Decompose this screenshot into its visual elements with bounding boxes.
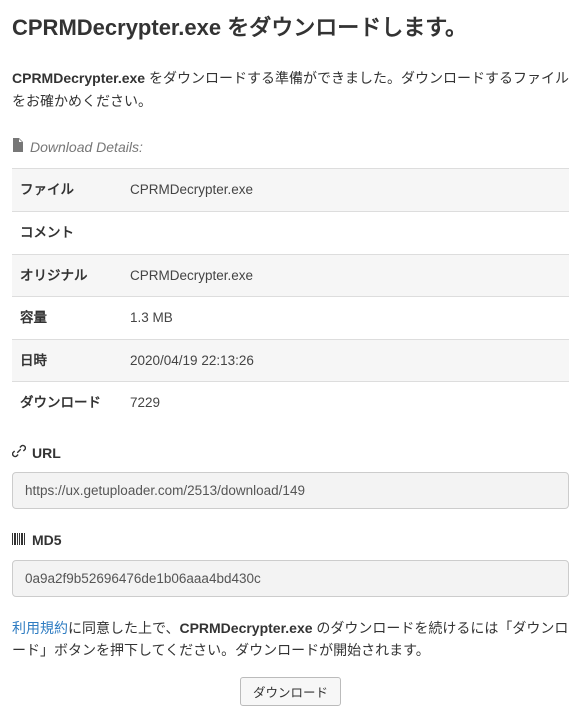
link-icon [12,442,26,464]
detail-value: CPRMDecrypter.exe [122,254,569,297]
file-icon [12,136,24,158]
agree-part1: に同意した上で、 [68,620,179,636]
table-row: オリジナルCPRMDecrypter.exe [12,254,569,297]
terms-link[interactable]: 利用規約 [12,620,68,636]
table-row: ファイルCPRMDecrypter.exe [12,169,569,212]
table-row: コメント [12,211,569,254]
detail-label: オリジナル [12,254,122,297]
table-row: 容量1.3 MB [12,297,569,340]
detail-label: ダウンロード [12,382,122,424]
download-details-heading: Download Details: [12,136,569,158]
agree-text: 利用規約に同意した上で、CPRMDecrypter.exe のダウンロードを続け… [12,617,569,662]
download-row: ダウンロード [12,677,569,708]
intro-text: CPRMDecrypter.exe をダウンロードする準備ができました。ダウンロ… [12,67,569,112]
detail-value: 7229 [122,382,569,424]
download-button[interactable]: ダウンロード [240,677,341,706]
page-title: CPRMDecrypter.exe をダウンロードします。 [12,10,569,45]
detail-value: CPRMDecrypter.exe [122,169,569,212]
md5-heading: MD5 [12,529,569,551]
agree-filename: CPRMDecrypter.exe [179,620,312,636]
detail-value: 1.3 MB [122,297,569,340]
intro-filename: CPRMDecrypter.exe [12,70,145,86]
barcode-icon [12,529,26,551]
details-table: ファイルCPRMDecrypter.exe コメント オリジナルCPRMDecr… [12,168,569,424]
md5-field[interactable] [12,560,569,597]
detail-value [122,211,569,254]
detail-label: 容量 [12,297,122,340]
detail-label: 日時 [12,339,122,382]
table-row: ダウンロード7229 [12,382,569,424]
detail-label: コメント [12,211,122,254]
download-details-label: Download Details: [30,136,143,158]
url-heading: URL [12,442,569,464]
detail-label: ファイル [12,169,122,212]
detail-value: 2020/04/19 22:13:26 [122,339,569,382]
table-row: 日時2020/04/19 22:13:26 [12,339,569,382]
url-heading-label: URL [32,442,61,464]
url-field[interactable] [12,472,569,509]
md5-heading-label: MD5 [32,529,62,551]
